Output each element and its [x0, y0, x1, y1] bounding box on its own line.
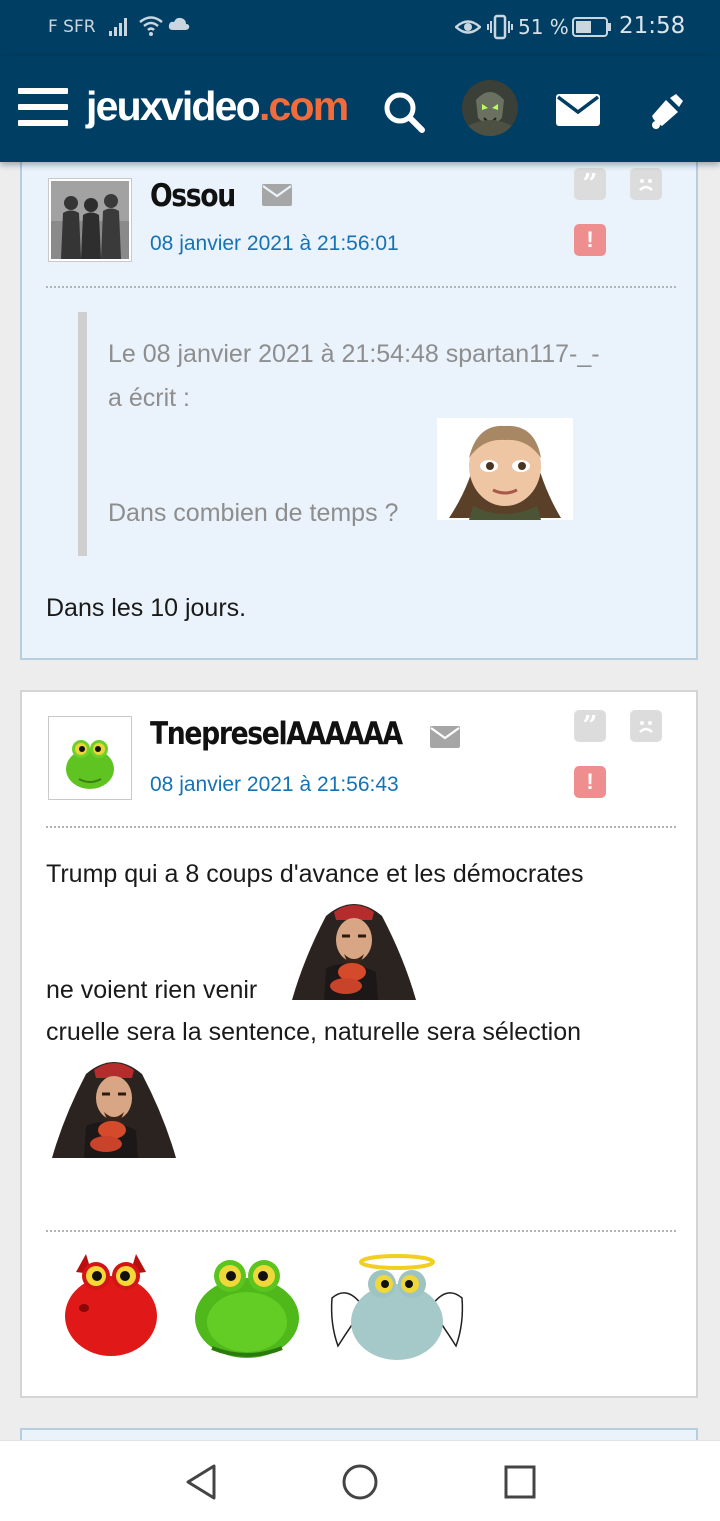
post-author-avatar[interactable]: [48, 178, 132, 262]
signature-divider: [46, 1230, 676, 1232]
sticker-image: [437, 418, 573, 520]
logo-text: jeuxvideo: [86, 83, 261, 129]
signal-icon: [109, 18, 127, 36]
app-header: jeuxvideo.com: [0, 56, 720, 162]
quote-text: Dans combien de temps ?: [108, 499, 399, 527]
logo-tld: .com: [258, 83, 349, 129]
carrier-label: F SFR: [48, 17, 96, 37]
battery-percentage: 51 %: [518, 15, 569, 39]
notification-icon[interactable]: [648, 92, 686, 130]
report-button[interactable]: !: [574, 224, 606, 256]
signature-sticker-red: [56, 1252, 166, 1360]
system-navigation-bar: [0, 1440, 720, 1521]
report-icon: !: [586, 227, 594, 252]
avatar-image: [51, 181, 129, 259]
cloud-icon: [168, 17, 190, 30]
menu-icon-bar: [18, 88, 68, 94]
back-icon[interactable]: [184, 1463, 218, 1501]
quote-icon: ”: [582, 169, 598, 199]
status-bar: F SFR 51 % 21:58: [0, 0, 720, 56]
sticker-image: [286, 898, 422, 1000]
quote-header-suffix: a écrit :: [108, 384, 190, 412]
quote-button[interactable]: ”: [574, 710, 606, 742]
blacklist-button[interactable]: [630, 168, 662, 200]
quote-button[interactable]: ”: [574, 168, 606, 200]
quote-header: Le 08 janvier 2021 à 21:54:48 spartan117…: [108, 340, 600, 368]
menu-icon-bar: [18, 104, 68, 110]
quoted-message: Le 08 janvier 2021 à 21:54:48 spartan117…: [78, 312, 658, 556]
vibrate-icon: [487, 14, 513, 40]
report-button[interactable]: !: [574, 766, 606, 798]
menu-icon-bar: [18, 120, 68, 126]
blacklist-button[interactable]: [630, 710, 662, 742]
forum-post: Ossou 08 janvier 2021 à 21:56:01 ” ! Le …: [20, 140, 698, 660]
signature-sticker-angel: [328, 1254, 466, 1362]
post-author-name[interactable]: Ossou: [150, 178, 236, 214]
sad-face-icon: [639, 179, 653, 191]
quote-icon: ”: [582, 711, 598, 741]
clock: 21:58: [619, 13, 686, 39]
post-body-line: Trump qui a 8 coups d'avance et les démo…: [46, 860, 584, 888]
sticker-image: [46, 1056, 182, 1158]
post-author-avatar[interactable]: [48, 716, 132, 800]
post-date-link[interactable]: 08 janvier 2021 à 21:56:01: [150, 232, 399, 256]
battery-icon: [572, 17, 611, 37]
eye-icon: [455, 20, 481, 34]
mail-icon[interactable]: [556, 94, 600, 126]
private-message-icon[interactable]: [430, 726, 460, 748]
recents-icon[interactable]: [503, 1463, 537, 1501]
post-body-line: ne voient rien venir: [46, 976, 258, 1004]
avatar-image: [51, 719, 129, 797]
avatar-image: [462, 80, 518, 136]
private-message-icon[interactable]: [262, 184, 292, 206]
site-logo[interactable]: jeuxvideo.com: [86, 80, 349, 132]
user-avatar[interactable]: [462, 80, 518, 136]
post-body-text: Dans les 10 jours.: [46, 594, 247, 622]
sad-face-icon: [639, 721, 653, 733]
post-author-name[interactable]: TnepreselAAAAAA: [150, 716, 403, 752]
post-divider: [46, 286, 676, 288]
search-icon[interactable]: [382, 90, 426, 134]
home-icon[interactable]: [341, 1463, 379, 1501]
signature-sticker-green: [188, 1252, 306, 1360]
forum-post: TnepreselAAAAAA 08 janvier 2021 à 21:56:…: [20, 690, 698, 1398]
post-body-line: cruelle sera la sentence, naturelle sera…: [46, 1018, 582, 1046]
menu-button[interactable]: [18, 88, 68, 130]
wifi-icon: [139, 16, 163, 36]
post-date-link[interactable]: 08 janvier 2021 à 21:56:43: [150, 773, 399, 797]
post-divider: [46, 826, 676, 828]
report-icon: !: [586, 769, 594, 794]
